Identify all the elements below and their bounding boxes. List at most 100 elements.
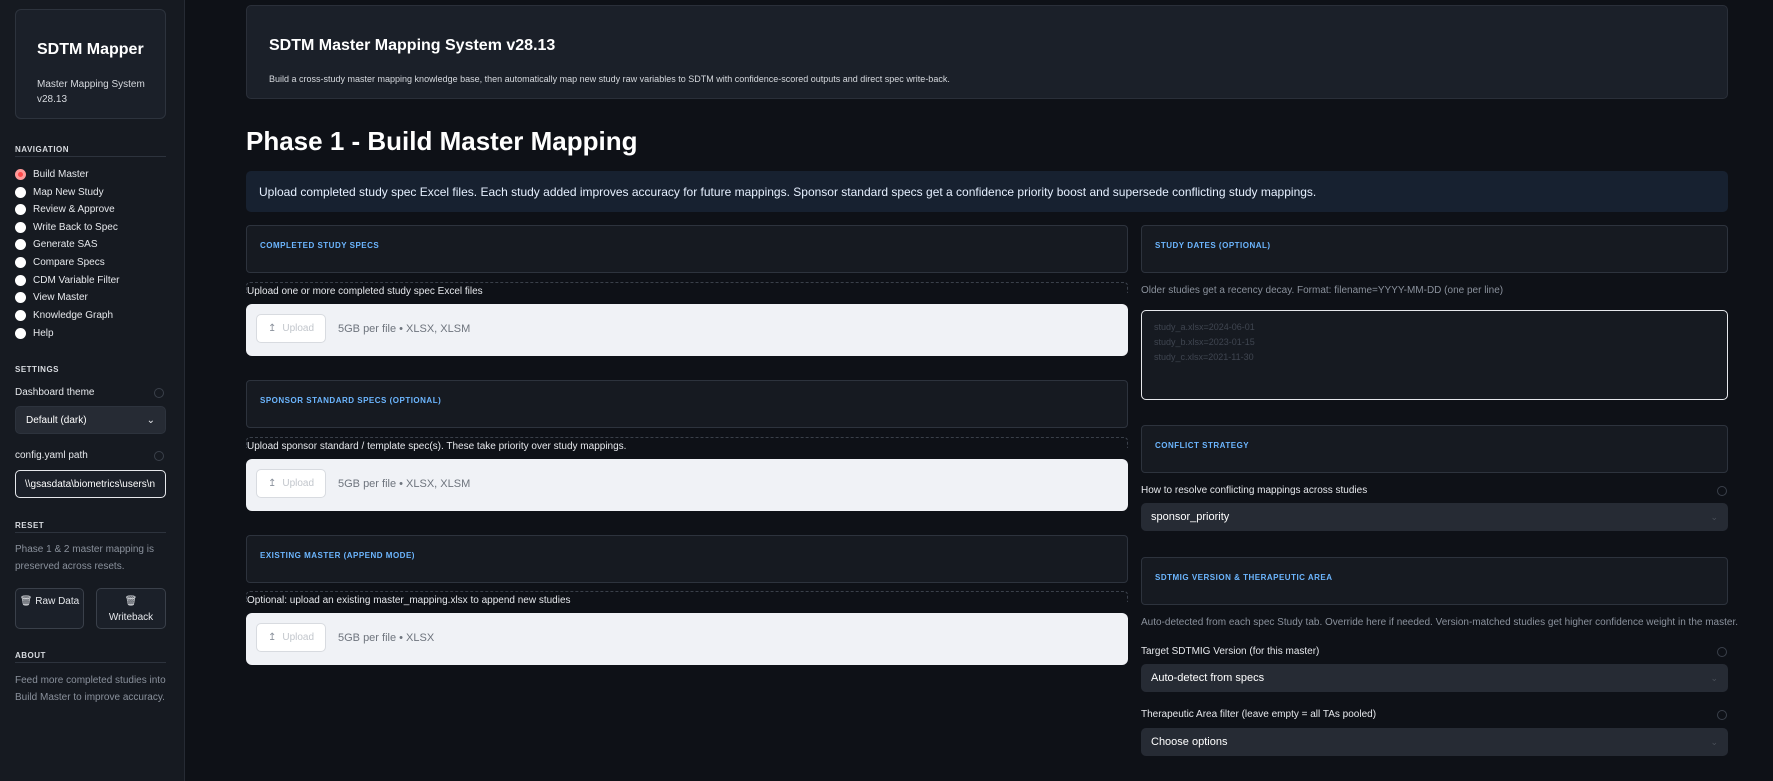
upload-icon: ↥ [267, 323, 277, 334]
upload-button[interactable]: ↥ Upload [256, 314, 326, 343]
sdtmig-title: SDTMIG VERSION & THERAPEUTIC AREA [1155, 573, 1333, 582]
dropzone-hint: 5GB per file • XLSX, XLSM [338, 478, 471, 490]
nav-item-compare-specs[interactable]: Compare Specs [15, 254, 105, 270]
theme-label: Dashboard theme [15, 387, 95, 398]
app-subtitle: Master Mapping System v28.13 [37, 79, 145, 105]
sponsor-specs-title: SPONSOR STANDARD SPECS (OPTIONAL) [260, 396, 442, 405]
divider [15, 156, 166, 157]
help-icon[interactable] [154, 388, 164, 398]
reset-writeback-button[interactable]: 🗑 Writeback [96, 588, 166, 629]
nav-label: Map New Study [33, 186, 104, 198]
nav-label: Build Master [33, 168, 89, 180]
radio-icon [15, 327, 26, 339]
nav-label: Help [33, 327, 54, 339]
radio-icon [15, 221, 26, 233]
upload-button-label: Upload [282, 478, 315, 489]
ta-filter-select[interactable]: Choose options ⌄ [1141, 728, 1728, 756]
radio-icon [15, 203, 26, 215]
nav-item-build-master[interactable]: Build Master [15, 166, 89, 182]
conflict-label: How to resolve conflicting mappings acro… [1141, 485, 1368, 496]
help-icon[interactable] [1717, 486, 1727, 496]
sdtmig-help: Auto-detected from each spec Study tab. … [1141, 617, 1739, 628]
radio-icon [15, 291, 26, 303]
study-dates-help: Older studies get a recency decay. Forma… [1141, 285, 1504, 296]
radio-icon [15, 274, 26, 286]
dropzone-hint: 5GB per file • XLSX [338, 632, 435, 644]
nav-item-help[interactable]: Help [15, 325, 54, 341]
upload-button[interactable]: ↥ Upload [256, 623, 326, 652]
help-icon[interactable] [1717, 710, 1727, 720]
chevron-down-icon: ⌄ [1710, 736, 1718, 747]
sdtmig-version-value: Auto-detect from specs [1151, 672, 1265, 684]
completed-specs-title: COMPLETED STUDY SPECS [260, 241, 380, 250]
nav-label: CDM Variable Filter [33, 274, 120, 286]
divider [15, 532, 166, 533]
radio-icon [15, 309, 26, 321]
reset-raw-label: Raw Data [35, 596, 80, 607]
radio-icon [15, 238, 26, 250]
conflict-strategy-panel: CONFLICT STRATEGY [1141, 425, 1728, 473]
radio-selected-icon [15, 168, 26, 180]
study-dates-panel: STUDY DATES (OPTIONAL) [1141, 225, 1728, 273]
study-dates-textarea[interactable] [1141, 310, 1728, 400]
upload-button-label: Upload [282, 632, 315, 643]
reset-heading: RESET [15, 521, 45, 530]
upload-button[interactable]: ↥ Upload [256, 469, 326, 498]
ta-filter-value: Choose options [1151, 736, 1228, 748]
chevron-down-icon: ⌄ [146, 414, 155, 426]
nav-item-review-approve[interactable]: Review & Approve [15, 201, 115, 217]
nav-item-knowledge-graph[interactable]: Knowledge Graph [15, 307, 113, 323]
app-title: SDTM Mapper [37, 41, 144, 58]
nav-item-view-master[interactable]: View Master [15, 289, 88, 305]
completed-specs-dropzone[interactable]: ↥ Upload 5GB per file • XLSX, XLSM [246, 304, 1128, 356]
info-banner: Upload completed study spec Excel files.… [246, 171, 1728, 212]
brand-card: SDTM Mapper Master Mapping System v28.13 [15, 9, 166, 119]
trash-icon: 🗑 [124, 596, 138, 607]
existing-master-title: EXISTING MASTER (APPEND MODE) [260, 551, 415, 560]
divider [15, 662, 166, 663]
nav-item-cdm-variable-filter[interactable]: CDM Variable Filter [15, 272, 120, 288]
reset-raw-data-button[interactable]: 🗑 Raw Data [15, 588, 84, 629]
nav-label: Compare Specs [33, 256, 105, 268]
sdtmig-version-label: Target SDTMIG Version (for this master) [1141, 646, 1320, 657]
upload-icon: ↥ [267, 478, 277, 489]
config-label: config.yaml path [15, 450, 88, 461]
nav-label: Write Back to Spec [33, 221, 118, 233]
nav-label: View Master [33, 291, 88, 303]
help-icon[interactable] [1717, 647, 1727, 657]
chevron-down-icon: ⌄ [1710, 511, 1718, 522]
page-title: Phase 1 - Build Master Mapping [246, 126, 638, 156]
upload-icon: ↥ [267, 632, 277, 643]
settings-heading: SETTINGS [15, 365, 60, 374]
ta-filter-label: Therapeutic Area filter (leave empty = a… [1141, 709, 1377, 720]
nav-item-map-new-study[interactable]: Map New Study [15, 184, 104, 200]
sponsor-specs-dropzone[interactable]: ↥ Upload 5GB per file • XLSX, XLSM [246, 459, 1128, 511]
about-heading: ABOUT [15, 651, 46, 660]
completed-specs-panel: COMPLETED STUDY SPECS [246, 225, 1128, 273]
sdtmig-version-select[interactable]: Auto-detect from specs ⌄ [1141, 664, 1728, 692]
sdtmig-panel: SDTMIG VERSION & THERAPEUTIC AREA [1141, 557, 1728, 605]
dropzone-hint: 5GB per file • XLSX, XLSM [338, 323, 471, 335]
theme-select[interactable]: Default (dark) ⌄ [15, 406, 166, 434]
theme-select-value: Default (dark) [26, 414, 87, 426]
nav-label: Review & Approve [33, 203, 115, 215]
existing-master-panel: EXISTING MASTER (APPEND MODE) [246, 535, 1128, 583]
existing-master-dropzone[interactable]: ↥ Upload 5GB per file • XLSX [246, 613, 1128, 665]
reset-note: Phase 1 & 2 master mapping is preserved … [15, 544, 154, 572]
reset-writeback-label: Writeback [108, 612, 154, 623]
header-title: SDTM Master Mapping System v28.13 [269, 37, 556, 54]
config-path-input[interactable] [15, 470, 166, 498]
study-dates-title: STUDY DATES (OPTIONAL) [1155, 241, 1271, 250]
sponsor-specs-panel: SPONSOR STANDARD SPECS (OPTIONAL) [246, 380, 1128, 428]
conflict-strategy-title: CONFLICT STRATEGY [1155, 441, 1250, 450]
radio-icon [15, 186, 26, 198]
nav-item-generate-sas[interactable]: Generate SAS [15, 236, 97, 252]
nav-label: Generate SAS [33, 238, 98, 250]
radio-icon [15, 256, 26, 268]
sponsor-specs-label: Upload sponsor standard / template spec(… [247, 441, 627, 452]
trash-icon: 🗑 [19, 596, 33, 607]
help-icon[interactable] [154, 451, 164, 461]
conflict-strategy-select[interactable]: sponsor_priority ⌄ [1141, 503, 1728, 531]
existing-master-label: Optional: upload an existing master_mapp… [247, 595, 571, 606]
nav-item-write-back[interactable]: Write Back to Spec [15, 219, 118, 235]
